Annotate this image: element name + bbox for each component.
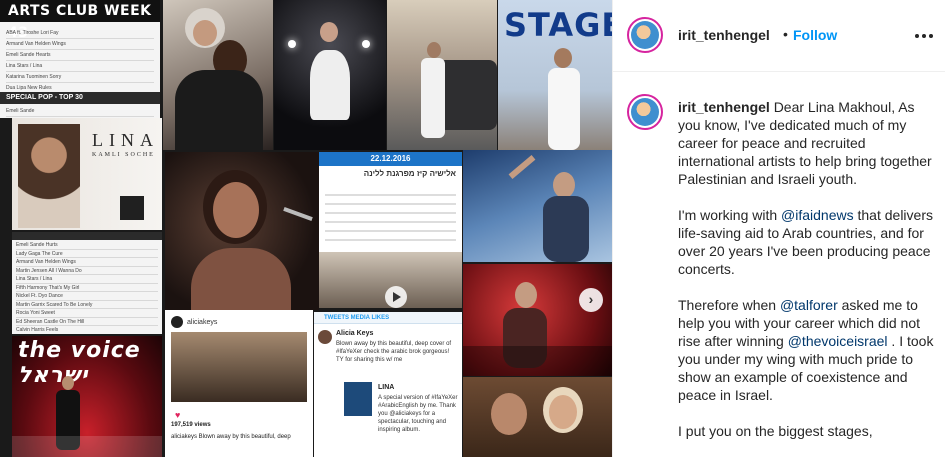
- photo-concert-red: ›: [463, 264, 612, 376]
- mention-link[interactable]: @ifaidnews: [781, 207, 854, 223]
- caption-text: Therefore when: [678, 297, 780, 313]
- caption-paragraph-3: Therefore when @talforer asked me to hel…: [678, 296, 940, 404]
- instagram-embed-card: aliciakeys ♥ 197,519 views aliciakeys Bl…: [165, 310, 313, 457]
- tweet-author: Alicia Keys: [336, 330, 374, 337]
- lina-logo-sub: KAMLI SOCHE: [92, 152, 155, 158]
- tweet2-author: LINA: [378, 384, 395, 391]
- ig-card-username: aliciakeys: [187, 319, 218, 326]
- chart-row: Nickel Ft. Dyo Dance: [16, 292, 158, 301]
- post-image-collage[interactable]: ARTS CLUB WEEK 43 ABA ft. Tiroshe Lori F…: [0, 0, 612, 457]
- photo-concert-blue: [463, 150, 612, 262]
- tweet-text: Blown away by this beautiful, deep cover…: [336, 341, 452, 363]
- photo-singer-closeup: [165, 152, 319, 310]
- caption-paragraph-1: irit_tenhengel Dear Lina Makhoul, As you…: [678, 98, 940, 188]
- chart-row: Lina Stars / Lina: [16, 275, 158, 284]
- mention-link[interactable]: @thevoiceisrael: [788, 333, 888, 349]
- chart-row: ABA ft. Tiroshe Lori Fay: [6, 28, 154, 39]
- phone-status-bar: 22.12.2016: [319, 152, 462, 166]
- play-icon[interactable]: [385, 286, 407, 308]
- chart-clipping-bottom: Emeli Sande Hurts Lady Gaga The Cure Arm…: [12, 232, 162, 334]
- more-options-icon[interactable]: [914, 26, 934, 46]
- next-slide-button[interactable]: ›: [579, 288, 603, 312]
- chart-row: Emeli Sande Hurts: [16, 241, 158, 250]
- caption-avatar[interactable]: [627, 94, 663, 130]
- chart-strip: SPECIAL POP - TOP 30: [0, 92, 160, 104]
- stage-sign-text: STAGE: [504, 6, 612, 44]
- caption-text: I put you on the biggest stages,: [678, 423, 873, 439]
- post-sidebar: irit_tenhengel • Follow irit_tenhengel D…: [612, 0, 945, 457]
- follow-button[interactable]: Follow: [793, 27, 837, 43]
- chart-row: Martin Jensen All I Wanna Do: [16, 267, 158, 275]
- chart-clipping-top: ARTS CLUB WEEK 43 ABA ft. Tiroshe Lori F…: [0, 0, 160, 118]
- lina-logo: LINA: [92, 130, 159, 150]
- chart-title: ARTS CLUB WEEK 43: [0, 0, 160, 41]
- photo-woman-by-car: [387, 0, 497, 150]
- chart-row: Emeli Sande Hearts: [6, 50, 154, 61]
- chart-row: Lina Stars / Lina: [6, 61, 154, 72]
- phone-news-screenshot: 22.12.2016 אלישיה קיז מפרגנת ללינה: [319, 152, 462, 308]
- chart-row: Ed Sheeran Castle On The Hill: [16, 318, 158, 326]
- twitter-embed-card: TWEETS MEDIA LIKES Alicia Keys Blown awa…: [314, 312, 462, 457]
- chart-row: Armand Van Helden Wings: [16, 258, 158, 267]
- caption-paragraph-4: I put you on the biggest stages,: [678, 422, 940, 440]
- caption-author[interactable]: irit_tenhengel: [678, 99, 770, 115]
- separator-dot: •: [783, 26, 788, 42]
- the-voice-logo: the voice ישראל: [18, 338, 141, 388]
- tweet2-text: A special version of #IfaYeXer #ArabicEn…: [378, 395, 458, 433]
- photo-stage-white-dress: [274, 0, 386, 150]
- ig-card-caption: aliciakeys Blown away by this beautiful,…: [171, 434, 291, 440]
- photo-artist-with-musician: [163, 0, 273, 150]
- chart-row: Fifth Harmony That's My Girl: [16, 284, 158, 292]
- mention-link[interactable]: @talforer: [780, 297, 838, 313]
- chart2-rows: Emeli Sande Hurts Lady Gaga The Cure Arm…: [16, 241, 158, 334]
- chart-row: Rocia Yoni Sweet: [16, 309, 158, 318]
- avatar[interactable]: [627, 17, 663, 53]
- twitter-tabs: TWEETS MEDIA LIKES: [314, 312, 462, 324]
- photo-the-voice-stage: the voice ישראל: [12, 336, 162, 457]
- post-caption: irit_tenhengel Dear Lina Makhoul, As you…: [678, 98, 940, 457]
- caption-text: I'm working with: [678, 207, 782, 223]
- heart-icon[interactable]: ♥: [175, 410, 180, 420]
- lina-album-ad: LINA KAMLI SOCHE: [12, 118, 162, 230]
- ig-card-views: 197,519 views: [171, 422, 211, 428]
- chart-strip: [12, 232, 162, 240]
- post-header: irit_tenhengel • Follow: [613, 0, 945, 72]
- chart-row: Katarina Tuominen Sorry: [6, 72, 154, 83]
- chart-row: Armand Van Helden Wings: [6, 39, 154, 50]
- phone-headline: אלישיה קיז מפרגנת ללינה: [363, 169, 456, 178]
- chart-row: Lady Gaga The Cure: [16, 250, 158, 258]
- chart-row: Martin Garrix Scared To Be Lonely: [16, 301, 158, 309]
- photo-stage-sign: STAGE: [498, 0, 612, 150]
- caption-paragraph-2: I'm working with @ifaidnews that deliver…: [678, 206, 940, 278]
- chart-rows: ABA ft. Tiroshe Lori Fay Armand Van Held…: [6, 28, 154, 94]
- header-username[interactable]: irit_tenhengel: [678, 27, 770, 43]
- chart-row: Emeli Sande: [6, 106, 154, 117]
- photo-two-women: [463, 377, 612, 457]
- chart-row: Calvin Harris Feels: [16, 326, 158, 334]
